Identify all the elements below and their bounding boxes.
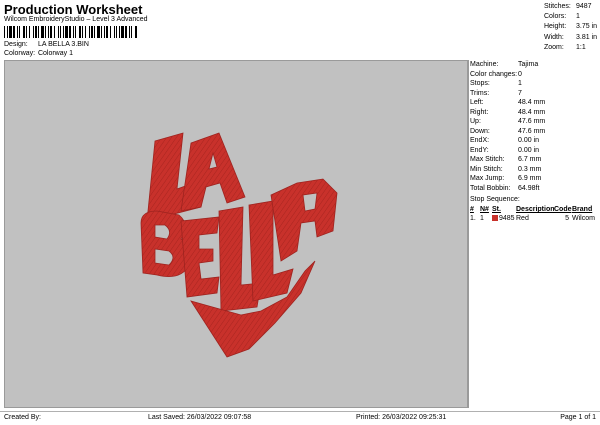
detail-row: EndX: 0.00 in (470, 137, 540, 144)
summary-row: Height: 3.75 in (544, 23, 598, 31)
created-by: Created By: (4, 414, 41, 421)
design-preview (4, 60, 468, 408)
detail-row: Up: 47.6 mm (470, 118, 546, 125)
summary-row: Colors: 1 (544, 13, 580, 21)
page-number: Page 1 of 1 (560, 414, 596, 421)
page-footer: Created By: Last Saved: 26/03/2022 09:07… (0, 411, 600, 425)
detail-row: Right: 48.4 mm (470, 108, 546, 116)
summary-row: Width: 3.81 in (544, 33, 598, 41)
last-saved: Last Saved: 26/03/2022 09:07:58 (148, 414, 252, 421)
table-row: 1. 1 9485 Red 5 Wilcom (470, 215, 595, 222)
page-title: Production Worksheet (4, 2, 143, 17)
colorway-value: Colorway 1 (37, 50, 73, 57)
stop-sequence-title: Stop Sequence: (470, 196, 520, 203)
summary-row: Stitches: 9487 (544, 3, 592, 10)
machine-details: Machine: Tajima Color changes:0 Stops: 1 T… (470, 60, 598, 193)
design-value: LA BELLA 3.BIN (37, 41, 89, 48)
printed-date: Printed: 26/03/2022 09:25:31 (356, 414, 447, 421)
panel-divider (468, 60, 469, 408)
software-subtitle: Wilcom EmbroideryStudio – Level 3 Advanc… (4, 16, 148, 23)
barcode-image (4, 26, 137, 38)
design-name-row: Design: LA BELLA 3.BIN (4, 41, 89, 48)
detail-row: Left: 48.4 mm (470, 99, 546, 106)
detail-row: Total Bobbin: 64.98ft (470, 184, 540, 192)
thread-swatch (492, 215, 498, 222)
design-summary: Stitches: 9487 Colors: 1 Height: 3.75 in Wi… (544, 2, 597, 53)
detail-row: Trims: 7 (470, 89, 522, 97)
detail-row: Max Stitch: 6.7 mm (470, 156, 542, 163)
colorway-row: Colorway: Colorway 1 (4, 50, 73, 57)
summary-row: Zoom: 1:1 (544, 43, 586, 51)
detail-row: Down: 47.6 mm (470, 127, 546, 135)
detail-row: Stops: 1 (470, 80, 522, 87)
design-label: Design: (4, 41, 28, 48)
stop-sequence: Stop Sequence: # N# St. Description Code… (470, 195, 598, 223)
detail-row: Color changes:0 (470, 70, 522, 78)
detail-row: Max Jump: 6.9 mm (470, 175, 542, 182)
detail-row: Machine: Tajima (470, 61, 539, 68)
worksheet-page: Production Worksheet Wilcom EmbroiderySt… (0, 0, 600, 424)
stop-sequence-header: # N# St. Description Code Brand (470, 206, 593, 213)
detail-row: Min Stitch: 0.3 mm (470, 165, 542, 173)
detail-row: EndY: 0.00 in (470, 146, 540, 154)
colorway-label: Colorway: (4, 50, 36, 57)
heart-letterforms (140, 132, 338, 358)
embroidery-heart-artwork (140, 132, 338, 358)
